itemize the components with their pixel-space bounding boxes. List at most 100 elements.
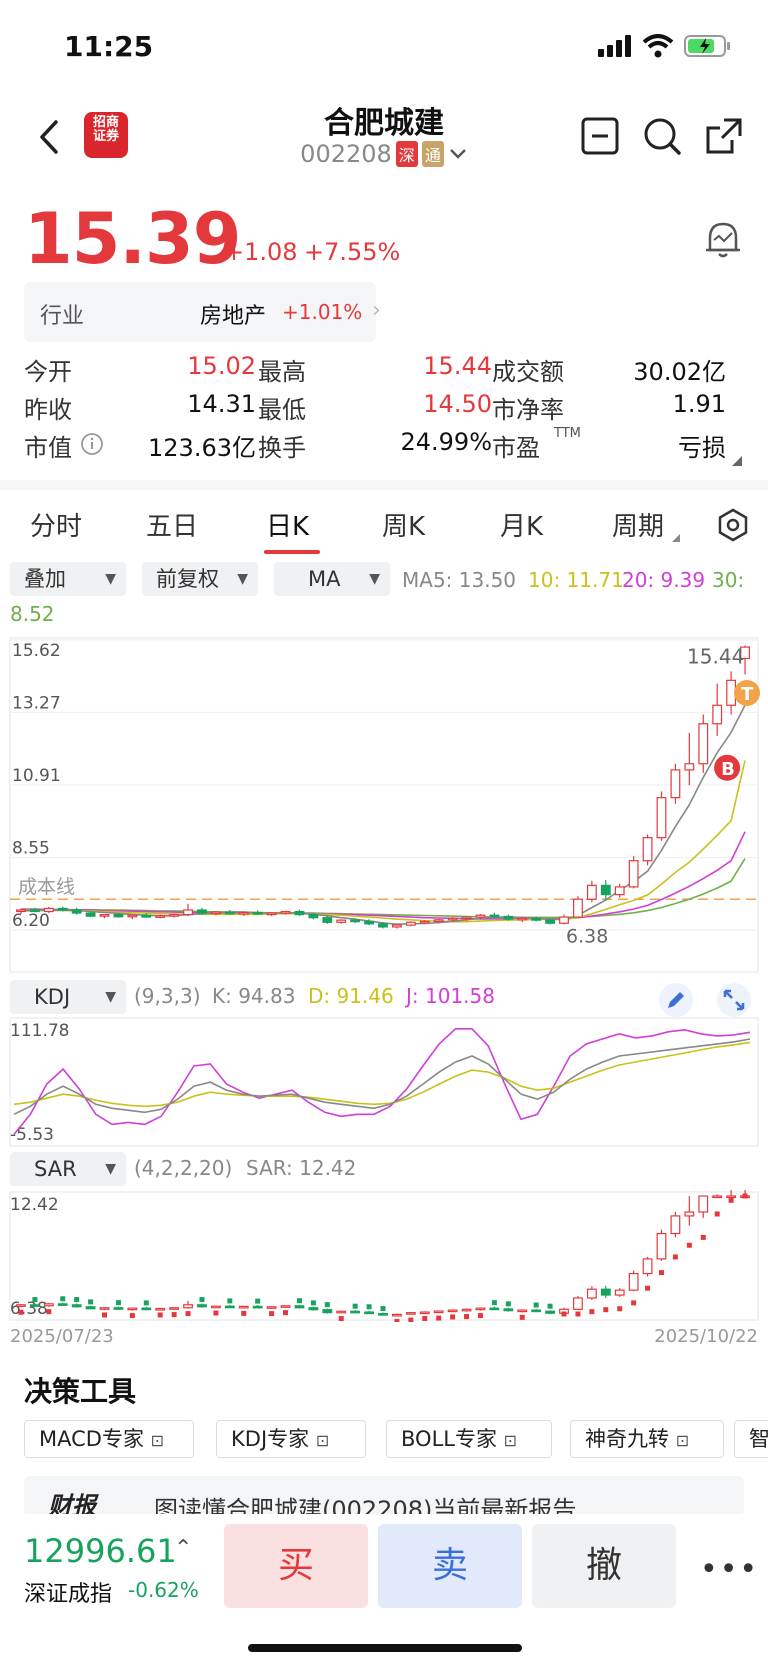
adjust-dropdown[interactable]: 前复权 ▼ bbox=[142, 562, 258, 596]
tool-boll[interactable]: BOLL专家 ⊡ bbox=[386, 1420, 552, 1458]
nav-actions bbox=[580, 116, 744, 156]
alert-bell-icon[interactable] bbox=[700, 216, 746, 262]
tool-more[interactable]: 智 bbox=[734, 1420, 768, 1458]
more-icon[interactable]: ••• bbox=[700, 1552, 759, 1587]
stat-open-label: 今开 bbox=[24, 358, 72, 386]
share-icon[interactable] bbox=[704, 116, 744, 156]
candle-body bbox=[475, 914, 486, 918]
sar-dot bbox=[269, 1311, 275, 1317]
sar-candle-body bbox=[405, 1312, 416, 1315]
index-value[interactable]: 12996.61 bbox=[24, 1532, 177, 1570]
sar-dot bbox=[505, 1301, 511, 1307]
tool-kdj[interactable]: KDJ专家 ⊡ bbox=[216, 1420, 366, 1458]
kdj-dropdown[interactable]: KDJ ▼ bbox=[10, 980, 126, 1014]
sar-dot bbox=[352, 1303, 358, 1309]
sar-dropdown-label: SAR bbox=[34, 1157, 77, 1181]
chevron-up-icon[interactable]: ⌃ bbox=[174, 1536, 192, 1561]
sar-dot bbox=[394, 1318, 400, 1322]
tool-macd[interactable]: MACD专家 ⊡ bbox=[24, 1420, 194, 1458]
sar-dot bbox=[617, 1306, 623, 1312]
candle-body bbox=[461, 916, 472, 920]
sar-candle-body bbox=[698, 1195, 709, 1213]
buy-button[interactable]: 买 bbox=[224, 1524, 368, 1608]
caret-down-icon: ▼ bbox=[105, 1161, 116, 1177]
lock-icon: ⊡ bbox=[150, 1431, 165, 1450]
sar-dot bbox=[436, 1315, 442, 1321]
candle-body bbox=[600, 884, 611, 896]
sar-candle-body bbox=[726, 1195, 737, 1199]
sar-candle-body bbox=[224, 1305, 235, 1309]
overlay-dropdown[interactable]: 叠加 ▼ bbox=[10, 562, 126, 596]
settings-icon[interactable] bbox=[716, 508, 750, 542]
sar-dot bbox=[477, 1313, 483, 1319]
sar-dot bbox=[533, 1302, 539, 1308]
sell-button[interactable]: 卖 bbox=[378, 1524, 522, 1608]
y-tick-label: 15.62 bbox=[12, 641, 61, 661]
sar-dropdown[interactable]: SAR ▼ bbox=[10, 1152, 126, 1186]
top-nav: 招商 证券 合肥城建 002208 深 通 bbox=[0, 90, 768, 185]
sar-dot bbox=[491, 1300, 497, 1306]
sar-dot bbox=[631, 1300, 637, 1306]
min-price-label: 6.38 bbox=[566, 925, 608, 947]
active-tab-underline bbox=[264, 550, 320, 554]
minus-square-icon[interactable] bbox=[580, 116, 620, 156]
sar-candle-body bbox=[210, 1305, 221, 1309]
sar-dot bbox=[450, 1314, 456, 1320]
tab-monthly-k[interactable]: 月K bbox=[500, 506, 543, 543]
battery-icon bbox=[684, 35, 730, 57]
chevron-down-icon[interactable] bbox=[448, 147, 468, 161]
tool-boll-label: BOLL专家 bbox=[401, 1427, 497, 1451]
candle-body bbox=[336, 919, 347, 923]
industry-pct: +1.01% bbox=[282, 300, 363, 324]
stat-low-label: 最低 bbox=[258, 396, 306, 424]
sar-candle-body bbox=[57, 1303, 68, 1306]
take-profit-label: T bbox=[741, 684, 754, 705]
candle-body bbox=[43, 907, 54, 913]
sar-dot bbox=[60, 1296, 66, 1302]
candle-body bbox=[545, 919, 556, 924]
tool-nine-turn[interactable]: 神奇九转 ⊡ bbox=[570, 1420, 724, 1458]
tool-nine-turn-label: 神奇九转 bbox=[585, 1427, 669, 1451]
fullscreen-icon[interactable] bbox=[716, 982, 752, 1018]
sar-chart[interactable]: 12.42 6.38 bbox=[0, 1190, 768, 1322]
stat-high-label: 最高 bbox=[258, 358, 306, 386]
y-tick-label: 13.27 bbox=[12, 693, 61, 713]
candle-body bbox=[224, 911, 235, 915]
max-price-label: 15.44 bbox=[687, 645, 744, 669]
corner-expand-icon[interactable] bbox=[732, 456, 742, 466]
sar-dot bbox=[129, 1313, 135, 1319]
sar-candle-body bbox=[350, 1310, 361, 1314]
candle-body bbox=[308, 914, 319, 919]
tab-daily-k[interactable]: 日K bbox=[266, 506, 309, 543]
ma30-label: 30: bbox=[712, 568, 745, 592]
report-banner[interactable]: 财报 图读懂合肥城建(002208)当前最新报告 bbox=[24, 1476, 744, 1516]
indicator-dropdown[interactable]: MA ▼ bbox=[274, 562, 390, 596]
stat-turnover: 24.99% bbox=[400, 428, 492, 456]
ma20-value: 20: 9.39 bbox=[622, 568, 706, 592]
industry-link[interactable]: 行业 房地产 +1.01% › bbox=[24, 282, 381, 342]
info-icon[interactable] bbox=[80, 432, 104, 456]
wifi-icon bbox=[642, 34, 674, 58]
candle-body bbox=[127, 914, 138, 918]
kdj-chart[interactable]: 111.78 -5.53 bbox=[0, 1016, 768, 1148]
sar-dot bbox=[547, 1303, 553, 1309]
sar-candle-body bbox=[517, 1309, 528, 1313]
stat-turnover-label: 换手 bbox=[258, 434, 306, 462]
candle-body bbox=[698, 723, 709, 765]
kdj-dropdown-label: KDJ bbox=[34, 985, 71, 1009]
tab-intraday[interactable]: 分时 bbox=[30, 506, 82, 543]
kline-chart[interactable]: 15.62 13.27 10.91 8.55 6.20 成本线 15.44 6.38 B T bbox=[0, 630, 768, 978]
sar-dot bbox=[366, 1304, 372, 1310]
tab-period[interactable]: 周期 bbox=[612, 506, 664, 543]
stat-high: 15.44 bbox=[423, 352, 492, 380]
tab-weekly-k[interactable]: 周K bbox=[382, 506, 425, 543]
edit-icon[interactable] bbox=[658, 982, 694, 1018]
cancel-order-button[interactable]: 撤 bbox=[532, 1524, 676, 1608]
sar-dot bbox=[310, 1300, 316, 1306]
sar-candle-body bbox=[503, 1308, 514, 1312]
tab-five-day[interactable]: 五日 bbox=[146, 506, 198, 543]
candle-body bbox=[99, 914, 110, 917]
market-tag-shen: 深 bbox=[395, 141, 418, 167]
search-icon[interactable] bbox=[642, 116, 682, 156]
sar-value: SAR: 12.42 bbox=[246, 1156, 357, 1180]
